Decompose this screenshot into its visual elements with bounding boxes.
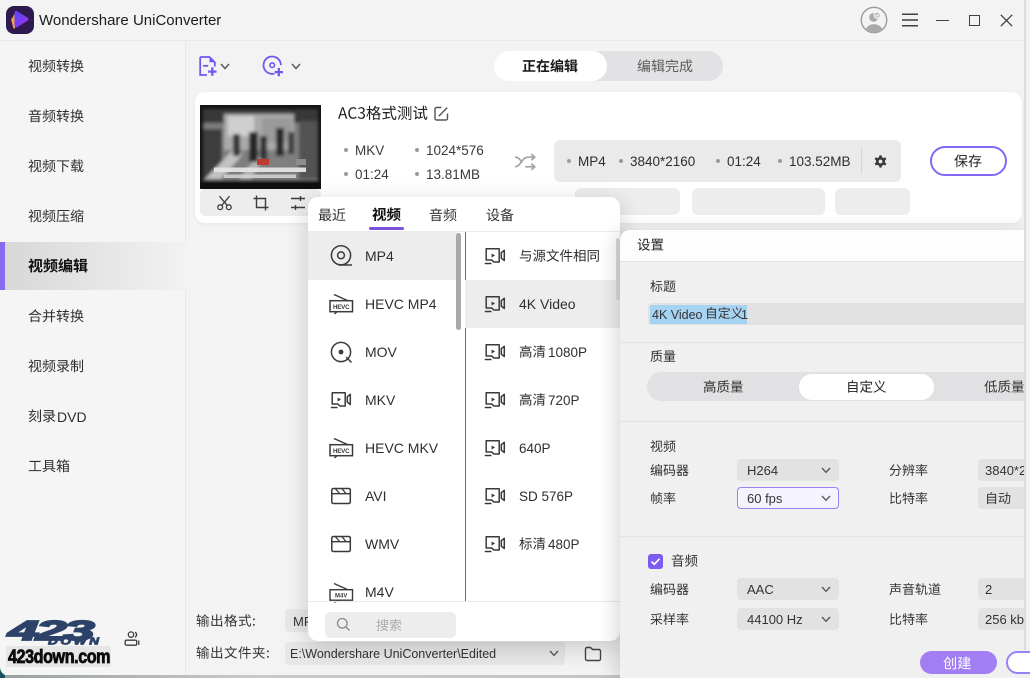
svg-text:M4V: M4V [335, 594, 347, 600]
svg-text:HEVC: HEVC [333, 448, 350, 455]
svg-text:HEVC: HEVC [333, 304, 350, 311]
